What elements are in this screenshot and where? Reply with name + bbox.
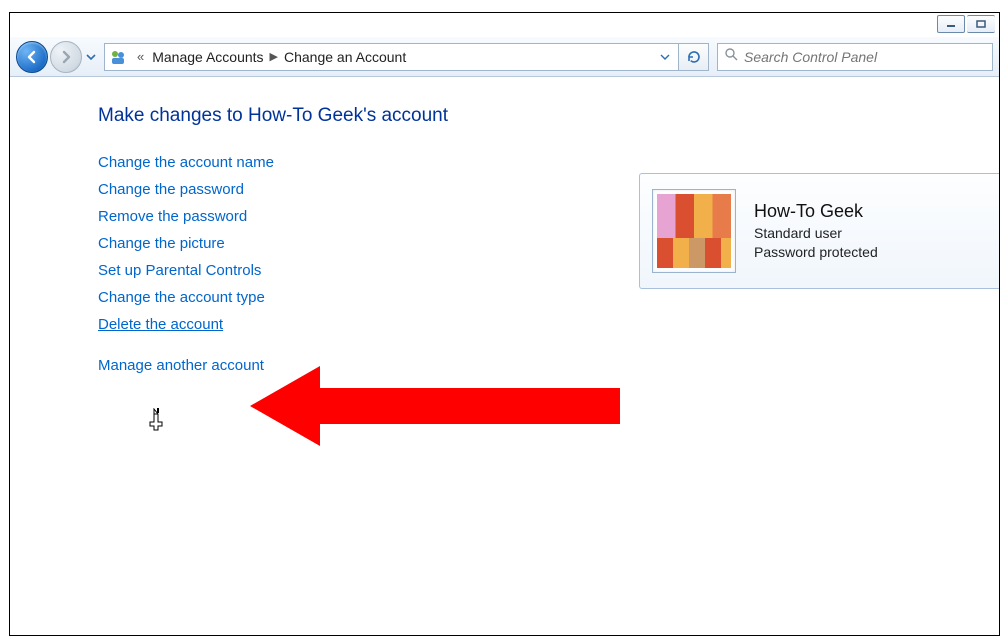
account-status: Password protected xyxy=(754,243,878,262)
breadcrumb-overflow-icon[interactable]: « xyxy=(137,49,144,64)
address-dropdown-icon[interactable] xyxy=(656,52,674,62)
breadcrumb-seg-1[interactable]: Manage Accounts xyxy=(148,49,267,65)
account-name: How-To Geek xyxy=(754,201,878,222)
content-area: Make changes to How-To Geek's account Ch… xyxy=(10,77,999,635)
change-account-name-link[interactable]: Change the account name xyxy=(98,149,999,176)
account-type: Standard user xyxy=(754,224,878,243)
search-icon xyxy=(724,47,738,66)
user-accounts-icon xyxy=(109,48,127,66)
account-avatar xyxy=(652,189,736,273)
manage-another-account-link[interactable]: Manage another account xyxy=(98,352,999,379)
navigation-bar: « Manage Accounts ▶ Change an Account xyxy=(10,37,999,77)
search-input[interactable] xyxy=(744,49,986,65)
maximize-button[interactable] xyxy=(967,15,995,33)
breadcrumb-separator-icon[interactable]: ▶ xyxy=(270,50,278,63)
avatar-image xyxy=(657,194,731,268)
minimize-button[interactable] xyxy=(937,15,965,33)
page-title: Make changes to How-To Geek's account xyxy=(98,105,999,127)
address-bar[interactable]: « Manage Accounts ▶ Change an Account xyxy=(104,43,679,71)
delete-account-link[interactable]: Delete the account xyxy=(98,311,999,338)
search-box[interactable] xyxy=(717,43,993,71)
account-summary-card: How-To Geek Standard user Password prote… xyxy=(639,173,999,289)
account-meta: How-To Geek Standard user Password prote… xyxy=(754,201,878,262)
breadcrumb-seg-2[interactable]: Change an Account xyxy=(280,49,410,65)
refresh-button[interactable] xyxy=(679,43,709,71)
action-spacer xyxy=(98,338,999,352)
back-button[interactable] xyxy=(16,41,48,73)
nav-history-dropdown[interactable] xyxy=(84,41,98,73)
window-controls xyxy=(933,13,999,35)
window-frame: « Manage Accounts ▶ Change an Account Ma… xyxy=(9,12,1000,636)
forward-button[interactable] xyxy=(50,41,82,73)
